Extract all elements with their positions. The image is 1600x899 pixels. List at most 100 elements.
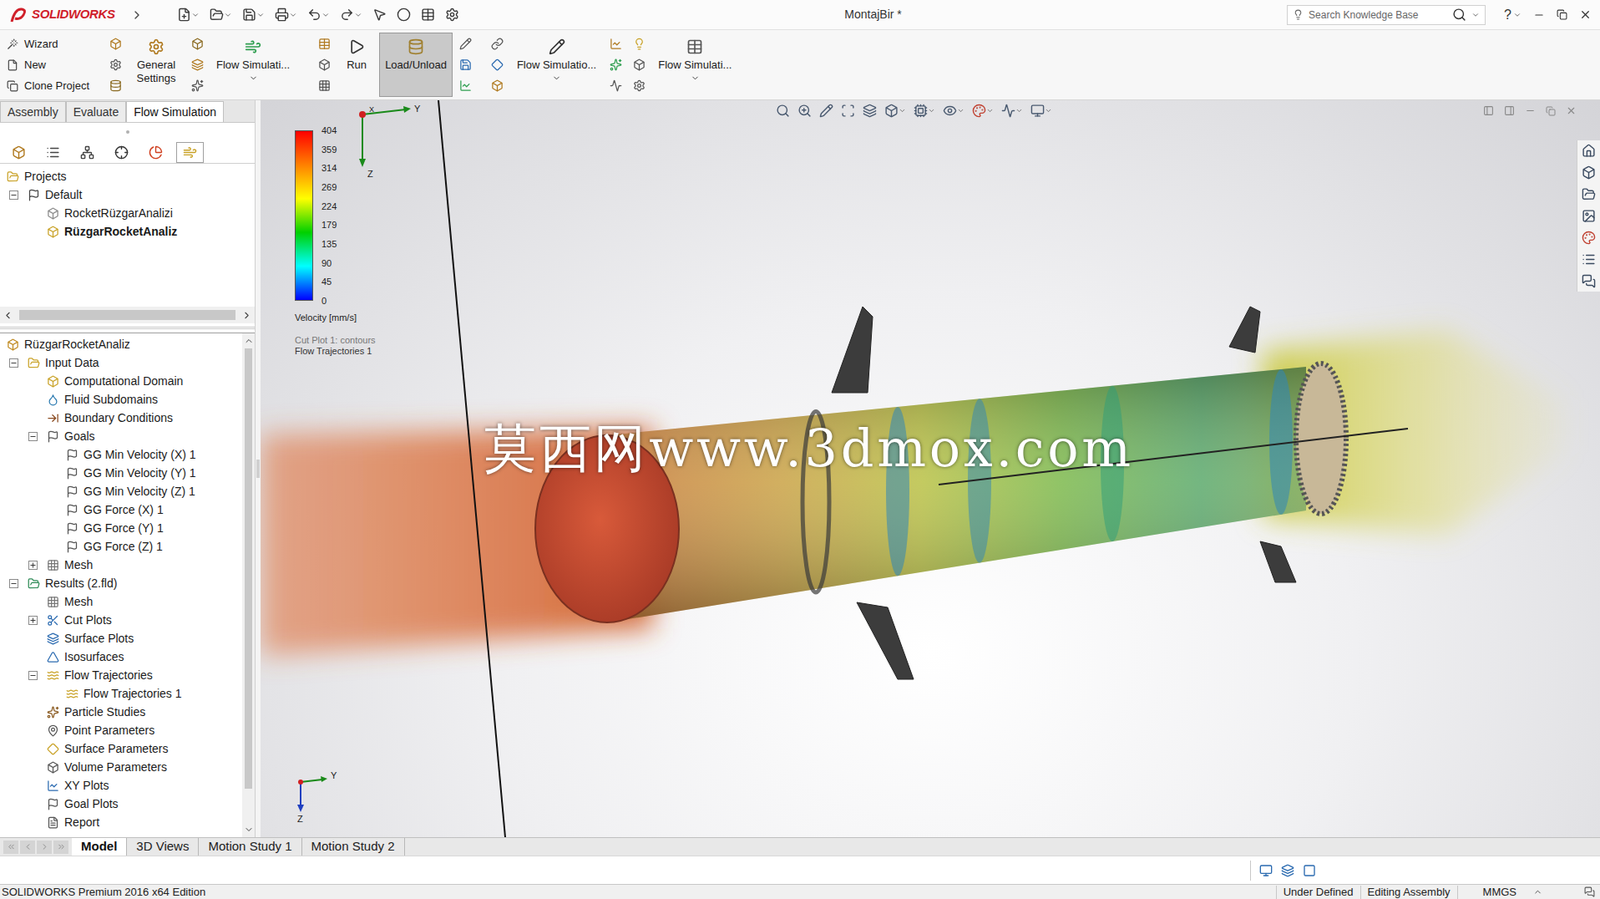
quick-access-button[interactable] (307, 7, 330, 22)
expand-box-icon[interactable] (28, 560, 38, 570)
ribbon-small-button[interactable] (457, 35, 475, 52)
tree-item[interactable]: RüzgarRocketAnaliz (0, 334, 243, 354)
panel-tab[interactable] (107, 141, 136, 163)
tree-item[interactable]: Mesh (0, 555, 243, 574)
ribbon-small-button[interactable] (630, 55, 648, 73)
tree-item[interactable]: Fluid Subdomains (0, 389, 243, 409)
tree-item[interactable]: Goals (0, 426, 243, 446)
close-icon[interactable] (1565, 105, 1577, 117)
tab-nav-button[interactable] (3, 840, 19, 854)
ribbon-small-button[interactable] (457, 55, 475, 73)
ribbon-small-button[interactable] (457, 76, 475, 94)
ribbon-small-button[interactable] (315, 35, 333, 52)
notifications-icon[interactable] (1584, 886, 1595, 897)
collapse-box-icon[interactable] (9, 190, 19, 200)
ribbon-button[interactable]: Load/Unload (379, 32, 453, 97)
ribbon-small-button[interactable] (489, 55, 507, 73)
ribbon-small-button[interactable] (489, 76, 507, 94)
view-tool-button[interactable] (913, 103, 936, 118)
quick-access-button[interactable] (445, 7, 460, 22)
quick-access-button[interactable] (209, 7, 233, 22)
dropdown-arrow-icon[interactable] (1471, 10, 1480, 20)
quick-access-button[interactable] (274, 7, 298, 22)
ribbon-small-button[interactable] (106, 55, 124, 73)
ribbon-small-button[interactable] (106, 35, 124, 52)
expand-box-icon[interactable] (28, 615, 38, 625)
tab-nav-button[interactable] (53, 840, 69, 854)
panel-tab[interactable] (39, 141, 67, 163)
graphics-area[interactable]: 莫西网www.3dmox.com404359314269224179135904… (260, 100, 1600, 837)
tree-item[interactable]: Default (0, 185, 255, 204)
ribbon-small-item[interactable]: Clone Project (3, 77, 102, 95)
command-tab[interactable]: Evaluate (65, 101, 127, 122)
ribbon-small-button[interactable] (106, 76, 124, 94)
tree-item[interactable]: Boundary Conditions (0, 408, 243, 427)
tree-item[interactable]: Point Parameters (0, 720, 243, 740)
search-icon[interactable] (1452, 7, 1467, 22)
ribbon-button[interactable]: Flow Simulati... (652, 32, 738, 97)
ribbon-small-button[interactable] (489, 35, 507, 52)
tree-item[interactable]: Goal Plots (0, 794, 243, 813)
tree-item[interactable]: GG Min Velocity (X) 1 (0, 445, 243, 464)
scroll-down-icon[interactable] (243, 824, 254, 835)
ribbon-button[interactable]: Flow Simulatio... (511, 32, 603, 97)
tree-item[interactable]: Isosurfaces (0, 647, 243, 666)
tree-item[interactable]: Volume Parameters (0, 757, 243, 776)
ribbon-button[interactable]: Flow Simulati... (210, 32, 296, 97)
ribbon-small-button[interactable] (630, 35, 648, 52)
collapse-box-icon[interactable] (9, 358, 19, 368)
minimize-icon[interactable] (1524, 105, 1536, 117)
command-tab[interactable]: Assembly (0, 101, 66, 122)
panel-tab[interactable] (5, 141, 33, 163)
tree-item[interactable]: Flow Trajectories (0, 665, 243, 684)
vertical-scrollbar[interactable] (242, 333, 255, 837)
help-button[interactable]: ? (1503, 5, 1512, 26)
split-right-icon[interactable] (1503, 105, 1515, 117)
collapse-box-icon[interactable] (9, 578, 19, 588)
scroll-left-icon[interactable] (2, 309, 14, 321)
quick-access-button[interactable] (339, 7, 363, 22)
ribbon-small-button[interactable] (188, 55, 206, 73)
ribbon-small-button[interactable] (607, 55, 624, 73)
tree-item[interactable]: GG Force (Z) 1 (0, 536, 243, 556)
panel-tab[interactable] (176, 141, 204, 163)
display-icon[interactable] (1302, 863, 1317, 877)
ribbon-small-button[interactable] (630, 76, 648, 94)
view-tool-button[interactable] (942, 103, 965, 118)
status-item[interactable]: MMGS (1457, 885, 1534, 899)
collapse-box-icon[interactable] (28, 431, 38, 441)
view-tool-button[interactable] (840, 103, 856, 118)
ribbon-button[interactable]: Run (337, 32, 376, 97)
quick-access-button[interactable] (242, 7, 265, 22)
tree-item[interactable]: Input Data (0, 353, 243, 372)
command-tab[interactable]: Flow Simulation (126, 101, 224, 122)
tree-item[interactable]: Projects (0, 167, 255, 186)
tree-item[interactable]: GG Min Velocity (Y) 1 (0, 463, 243, 482)
panel-tab[interactable] (73, 141, 102, 163)
quick-access-button[interactable] (396, 7, 411, 22)
tab-nav-button[interactable] (20, 840, 36, 854)
view-tool-button[interactable] (775, 103, 790, 118)
tree-item[interactable]: Particle Studies (0, 702, 243, 721)
task-pane-icon[interactable] (1581, 208, 1596, 223)
task-pane-icon[interactable] (1581, 165, 1596, 180)
horizontal-scrollbar[interactable] (0, 306, 255, 324)
tree-item[interactable]: RocketRüzgarAnalizi (0, 203, 255, 223)
panel-splitter[interactable] (0, 323, 255, 334)
tree-item[interactable]: GG Min Velocity (Z) 1 (0, 481, 243, 501)
bottom-tab[interactable]: Motion Study 2 (302, 837, 406, 856)
tree-item[interactable]: Results (2.fld) (0, 573, 243, 593)
dropdown-arrow-icon[interactable] (1513, 10, 1522, 20)
ribbon-small-button[interactable] (188, 35, 206, 52)
search-box[interactable]: Search Knowledge Base (1286, 5, 1486, 26)
minimize-icon[interactable] (1533, 9, 1545, 21)
tree-item[interactable]: XY Plots (0, 775, 243, 795)
task-pane-icon[interactable] (1581, 252, 1596, 267)
tree-item[interactable]: Cut Plots (0, 610, 243, 629)
tree-item[interactable]: Report (0, 812, 243, 831)
ribbon-small-button[interactable] (188, 76, 206, 94)
ribbon-small-item[interactable]: Wizard (3, 35, 102, 53)
ribbon-small-item[interactable]: New (3, 56, 102, 74)
ribbon-small-button[interactable] (607, 76, 624, 94)
split-left-icon[interactable] (1483, 105, 1494, 117)
